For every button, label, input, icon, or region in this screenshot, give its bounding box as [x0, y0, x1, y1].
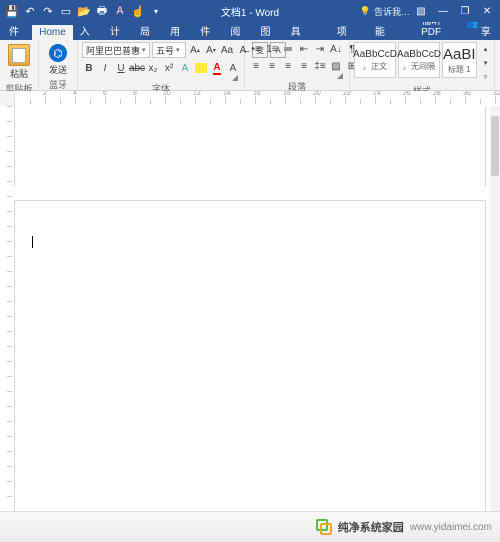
- word-app-window: { "title": "文档1 - Word", "qat": ["save",…: [0, 0, 500, 542]
- font-dialog-launcher[interactable]: ◢: [82, 73, 240, 82]
- save-icon[interactable]: 💾: [6, 5, 18, 17]
- font-family-value: 阿里巴巴普惠: [86, 44, 140, 57]
- group-clipboard: 粘贴 剪贴板: [0, 40, 39, 90]
- style-sample: AaBbCcD: [397, 49, 441, 60]
- page-2[interactable]: [14, 200, 486, 512]
- ribbon: 粘贴 剪贴板 ⌬ 发送 蓝牙 阿里巴巴普惠▾: [0, 40, 500, 91]
- new-doc-icon[interactable]: ▭: [60, 5, 72, 17]
- quick-access-toolbar: 💾 ↶ ↷ ▭ 📂 🖶 A ☝ ▾: [0, 5, 168, 17]
- redo-icon[interactable]: ↷: [42, 5, 54, 17]
- sort-button[interactable]: A↓: [329, 42, 343, 56]
- style-name: 。正文: [363, 61, 387, 72]
- paste-button[interactable]: 粘贴: [4, 42, 34, 82]
- style-sample: AaBbCcD: [353, 49, 397, 60]
- chevron-down-icon: ▾: [142, 46, 146, 54]
- quick-print-icon[interactable]: 🖶: [96, 5, 108, 17]
- multilevel-list-button[interactable]: ≔: [281, 42, 295, 56]
- styles-gallery-expand[interactable]: ▿: [479, 70, 493, 84]
- paragraph-dialog-launcher[interactable]: ◢: [249, 71, 345, 80]
- group-font: 阿里巴巴普惠▾ 五号▾ A▴ A▾ Aa A̶ 变 A B: [78, 40, 245, 90]
- vertical-scrollbar[interactable]: [490, 106, 500, 512]
- brand-name: 纯净系统家园: [338, 519, 404, 535]
- brand-logo-icon: [316, 519, 332, 535]
- bluetooth-icon: ⌬: [49, 44, 67, 62]
- restore-icon[interactable]: ❐: [456, 3, 474, 19]
- font-family-combo[interactable]: 阿里巴巴普惠▾: [82, 42, 150, 58]
- group-bluetooth: ⌬ 发送 蓝牙: [39, 40, 78, 90]
- bluetooth-label: 发送: [49, 63, 67, 76]
- styles-scroll-down[interactable]: ▾: [479, 56, 493, 70]
- paste-icon: [8, 44, 30, 66]
- style-heading1[interactable]: AaBI 标题 1: [442, 42, 477, 78]
- undo-icon[interactable]: ↶: [24, 5, 36, 17]
- change-case-button[interactable]: Aa: [220, 43, 234, 57]
- lightbulb-icon: 💡: [360, 6, 371, 17]
- font-size-combo[interactable]: 五号▾: [152, 42, 186, 58]
- minimize-icon[interactable]: —: [434, 3, 452, 19]
- group-paragraph: •≡ 1≡ ≔ ⇤ ⇥ A↓ ¶ ≡ ≡ ≡ ≡ ‡≡ ▨: [245, 40, 350, 90]
- style-name: 。无间隔: [403, 61, 435, 72]
- shrink-font-button[interactable]: A▾: [204, 43, 218, 57]
- group-bluetooth-label: 蓝牙: [43, 78, 73, 92]
- paste-label: 粘贴: [10, 67, 28, 80]
- ribbon-tabstrip: 文件 Home 插入 设计 布局 引用 邮件 审阅 视图 开发工具 加载项 特色…: [0, 22, 500, 40]
- close-icon[interactable]: ✕: [478, 3, 496, 19]
- brand-url: www.yidaimei.com: [410, 522, 492, 533]
- window-controls: ▧ — ❐ ✕: [412, 3, 500, 19]
- watermark-overlay: 纯净系统家园 www.yidaimei.com: [0, 511, 500, 542]
- numbering-button[interactable]: 1≡: [265, 42, 279, 56]
- style-sample: AaBI: [443, 46, 476, 63]
- text-cursor: [32, 236, 33, 248]
- font-size-value: 五号: [156, 44, 174, 57]
- bluetooth-send-button[interactable]: ⌬ 发送: [43, 42, 73, 78]
- bullets-button[interactable]: •≡: [249, 42, 263, 56]
- styles-scroll-up[interactable]: ▴: [479, 42, 493, 56]
- grow-font-button[interactable]: A▴: [188, 43, 202, 57]
- open-icon[interactable]: 📂: [78, 5, 90, 17]
- group-editing: 🔍 编辑: [495, 40, 500, 90]
- title-bar: 💾 ↶ ↷ ▭ 📂 🖶 A ☝ ▾ 文档1 - Word 💡 告诉我… ▧ — …: [0, 0, 500, 22]
- ribbon-options-icon[interactable]: ▧: [412, 3, 430, 19]
- touch-mode-icon[interactable]: ☝: [132, 5, 144, 17]
- ruler-corner: [0, 91, 15, 107]
- style-normal[interactable]: AaBbCcD 。正文: [354, 42, 396, 78]
- tell-me-label: 告诉我…: [374, 5, 410, 18]
- increase-indent-button[interactable]: ⇥: [313, 42, 327, 56]
- decrease-indent-button[interactable]: ⇤: [297, 42, 311, 56]
- group-styles: AaBbCcD 。正文 AaBbCcD 。无间隔 AaBI 标题 1 ▴ ▾ ▿…: [350, 40, 495, 90]
- style-no-spacing[interactable]: AaBbCcD 。无间隔: [398, 42, 440, 78]
- scrollbar-thumb[interactable]: [491, 116, 499, 176]
- document-workspace: [0, 106, 500, 512]
- qat-more-icon[interactable]: ▾: [150, 5, 162, 17]
- chevron-down-icon: ▾: [176, 46, 180, 54]
- style-name: 标题 1: [448, 64, 471, 75]
- page-gap: [14, 186, 496, 200]
- vertical-ruler[interactable]: [0, 106, 15, 512]
- tell-me-search[interactable]: 💡 告诉我…: [360, 5, 410, 18]
- bold-qa-icon[interactable]: A: [114, 5, 126, 17]
- tab-home[interactable]: Home: [32, 25, 73, 40]
